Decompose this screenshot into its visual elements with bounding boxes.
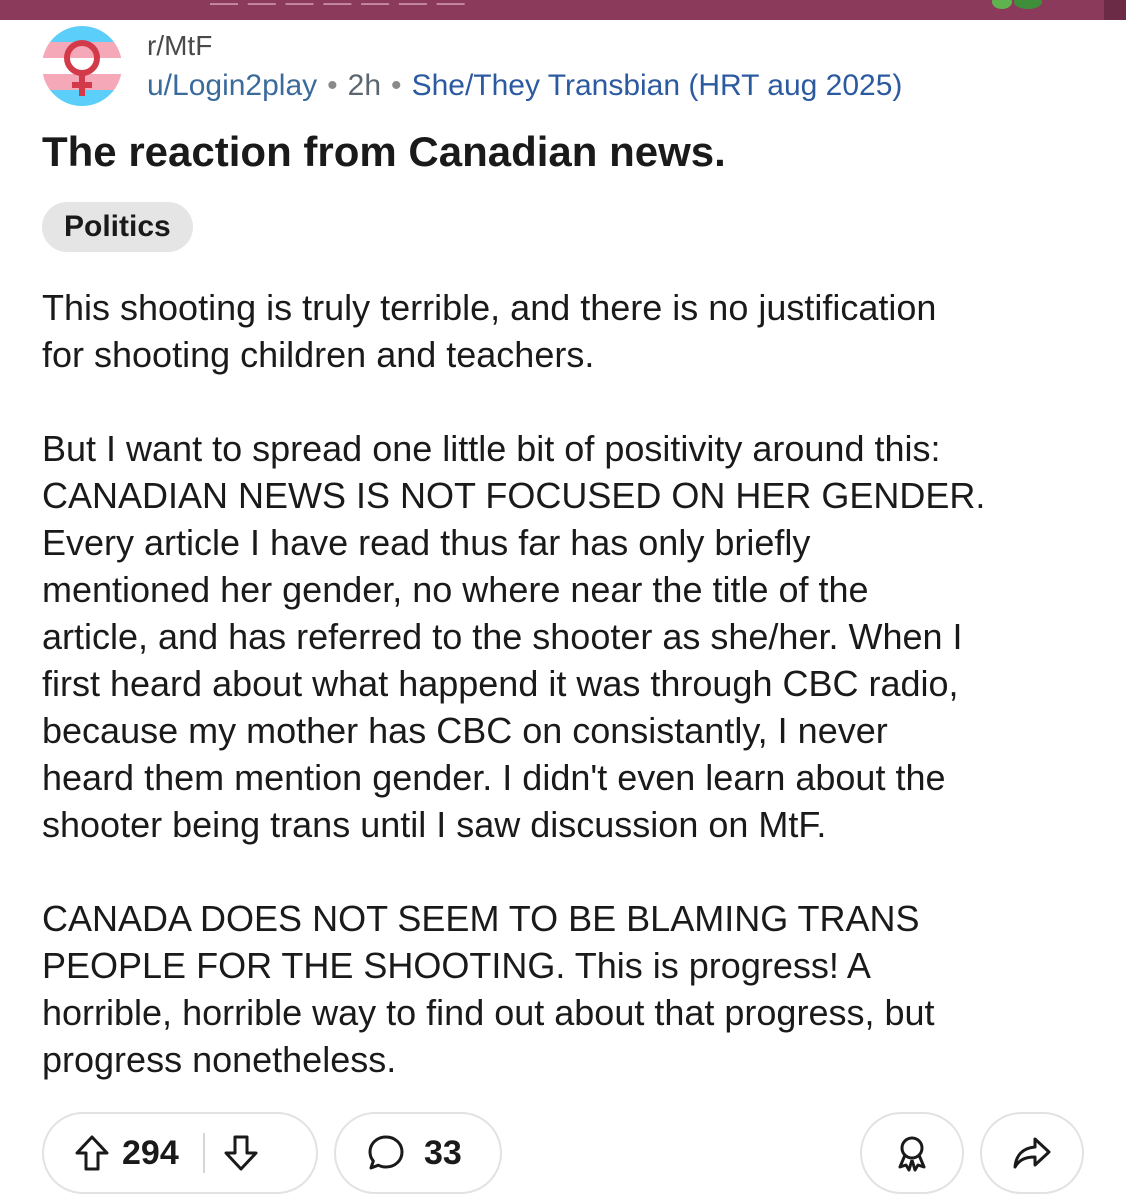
post-age: 2h [347, 69, 382, 102]
author-username[interactable]: u/Login2play [147, 69, 317, 102]
top-banner: — — — — — — — [0, 0, 1126, 20]
comment-count: 33 [424, 1133, 462, 1172]
banner-decoration-icon [992, 0, 1042, 9]
award-icon [892, 1133, 932, 1173]
post-meta: r/MtF u/Login2play • 2h • She/They Transbian… [147, 30, 902, 104]
body-paragraph: But I want to spread one little bit of p… [42, 428, 986, 845]
body-paragraph: This shooting is truly terrible, and the… [42, 287, 937, 375]
post-body: This shooting is truly terrible, and the… [42, 284, 1102, 1130]
post-action-bar: 294 33 [42, 1112, 1084, 1196]
arrow-down-icon[interactable] [223, 1134, 259, 1172]
subreddit-avatar[interactable] [42, 26, 122, 106]
comments-button[interactable]: 33 [334, 1112, 502, 1194]
vote-divider [202, 1133, 205, 1173]
banner-faded-text: — — — — — — — [210, 0, 466, 17]
trans-symbol-icon [42, 26, 122, 106]
share-button[interactable] [980, 1112, 1084, 1194]
post-flair-tag[interactable]: Politics [42, 202, 193, 252]
body-paragraph: CANADA DOES NOT SEEM TO BE BLAMING TRANS… [42, 898, 935, 1080]
separator-dot: • [391, 69, 402, 102]
award-button[interactable] [860, 1112, 964, 1194]
subreddit-name[interactable]: r/MtF [147, 30, 902, 62]
author-line: u/Login2play • 2h • She/They Transbian (HRT … [147, 68, 902, 104]
post-title: The reaction from Canadian news. [42, 128, 726, 175]
vote-control: 294 [42, 1112, 318, 1194]
arrow-up-icon[interactable] [74, 1134, 110, 1172]
upvote-count: 294 [122, 1133, 179, 1172]
banner-edge [1104, 0, 1126, 20]
user-flair: She/They Transbian (HRT aug 2025) [411, 69, 903, 102]
separator-dot: • [327, 69, 338, 102]
comment-bubble-icon [366, 1133, 406, 1173]
share-arrow-icon [1011, 1134, 1053, 1172]
